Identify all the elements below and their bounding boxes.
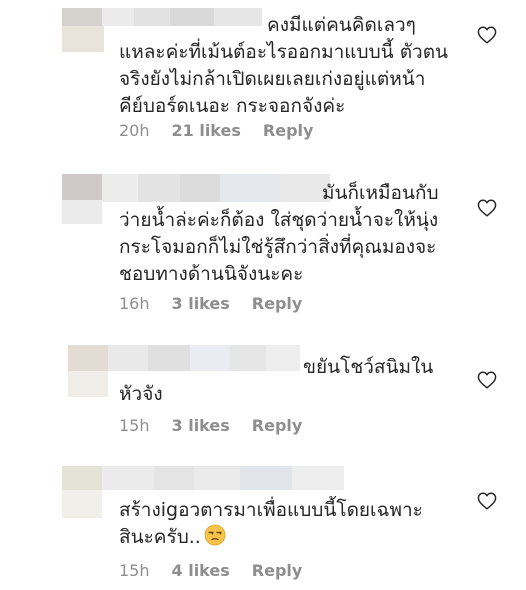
comment-meta: 15h 4 likes Reply	[119, 561, 302, 580]
reply-button[interactable]: Reply	[252, 416, 303, 435]
likes-count[interactable]: 3 likes	[172, 294, 230, 313]
comment-timestamp: 15h	[119, 416, 150, 435]
redacted-username	[62, 466, 344, 490]
reply-button[interactable]: Reply	[252, 561, 303, 580]
likes-count[interactable]: 3 likes	[172, 416, 230, 435]
redacted-avatar	[62, 490, 102, 518]
reply-button[interactable]: Reply	[263, 121, 314, 140]
comment-text: สร้างigอวตารมาเพื่อแบบนี้โดยเฉพาะ สินะคร…	[119, 497, 464, 551]
reply-button[interactable]: Reply	[252, 294, 303, 313]
likes-count[interactable]: 4 likes	[172, 561, 230, 580]
comment-timestamp: 16h	[119, 294, 150, 313]
redacted-avatar	[62, 26, 104, 52]
comment-meta: 20h 21 likes Reply	[119, 121, 313, 140]
likes-count[interactable]: 21 likes	[172, 121, 241, 140]
heart-outline-icon[interactable]	[477, 26, 497, 44]
heart-outline-icon[interactable]	[477, 492, 497, 510]
redacted-avatar	[62, 200, 102, 224]
heart-outline-icon[interactable]	[477, 199, 497, 217]
comment-text: มันก็เหมือนกับ ว่ายน้ำล่ะค่ะก็ต้อง ใส่ชุ…	[119, 182, 439, 285]
comment-text: คงมีแต่คนคิดเลวๆ แหละค่ะที่เม้นต์อะไรออก…	[119, 14, 449, 117]
unamused-face-emoji	[204, 524, 226, 546]
heart-outline-icon[interactable]	[477, 371, 497, 389]
comment-timestamp: 20h	[119, 121, 150, 140]
comment-meta: 15h 3 likes Reply	[119, 416, 302, 435]
comment-text: ขยันโชว์สนิมใน หัวจัง	[119, 356, 434, 405]
comment-meta: 16h 3 likes Reply	[119, 294, 302, 313]
redacted-avatar	[68, 371, 108, 397]
comment-timestamp: 15h	[119, 561, 150, 580]
comment-text-body: สร้างigอวตารมาเพื่อแบบนี้โดยเฉพาะ สินะคร…	[119, 499, 423, 548]
